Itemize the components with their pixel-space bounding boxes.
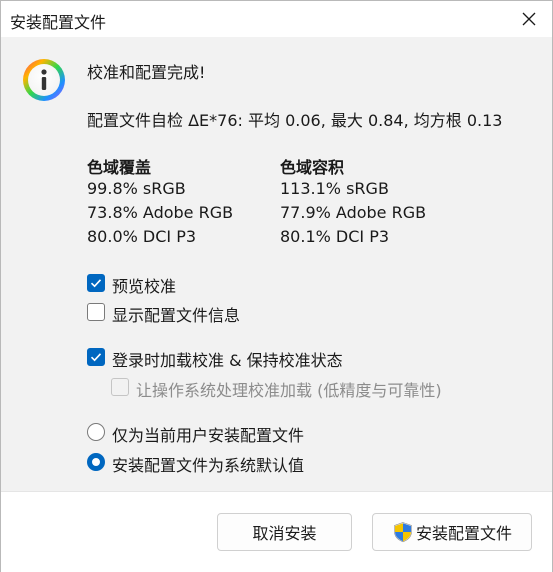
close-button[interactable] <box>506 1 552 37</box>
install-profile-button[interactable]: 安装配置文件 <box>372 513 532 551</box>
gamut-coverage-srgb: 99.8% sRGB <box>87 179 186 198</box>
install-current-user-label[interactable]: 仅为当前用户安装配置文件 <box>112 422 304 446</box>
dialog-content: 校准和配置完成! 配置文件自检 ΔE*76: 平均 0.06, 最大 0.84,… <box>1 37 552 491</box>
install-system-default-label[interactable]: 安装配置文件为系统默认值 <box>112 452 304 476</box>
window-title: 安装配置文件 <box>10 13 107 32</box>
cancel-install-button[interactable]: 取消安装 <box>217 513 352 551</box>
gamut-volume-dci-p3: 80.1% DCI P3 <box>280 227 390 246</box>
checkmark-icon <box>90 279 102 288</box>
show-profile-info-label[interactable]: 显示配置文件信息 <box>112 302 240 326</box>
gamut-coverage-dci-p3: 80.0% DCI P3 <box>87 227 197 246</box>
install-profile-button-label: 安装配置文件 <box>415 524 512 543</box>
close-icon <box>522 12 536 26</box>
profile-selfcheck: 配置文件自检 ΔE*76: 平均 0.06, 最大 0.84, 均方根 0.13 <box>87 111 503 130</box>
title-bar: 安装配置文件 <box>1 1 552 37</box>
checkmark-icon <box>90 353 102 362</box>
gamut-volume-adobe-rgb: 77.9% Adobe RGB <box>280 203 427 222</box>
install-system-default-radio[interactable] <box>87 453 105 471</box>
load-on-login-checkbox[interactable] <box>87 348 105 366</box>
os-calibration-loading-label: 让操作系统处理校准加载 (低精度与可靠性) <box>136 381 442 400</box>
install-profile-dialog: 安装配置文件 校准和配置完成! 配置文件自检 ΔE*76: 平均 0.06, 最… <box>0 0 553 572</box>
os-calibration-loading-checkbox <box>111 378 129 396</box>
load-on-login-label[interactable]: 登录时加载校准 & 保持校准状态 <box>112 347 343 371</box>
gamut-volume-title: 色域容积 <box>280 158 345 177</box>
uac-shield-icon <box>394 522 412 543</box>
dialog-footer: 取消安装 安装配置文件 <box>1 491 552 572</box>
info-icon <box>23 59 65 101</box>
install-current-user-radio[interactable] <box>87 423 105 441</box>
gamut-coverage-title: 色域覆盖 <box>87 158 152 177</box>
show-profile-info-checkbox[interactable] <box>87 303 105 321</box>
gamut-volume-srgb: 113.1% sRGB <box>280 179 389 198</box>
preview-calibration-checkbox[interactable] <box>87 274 105 292</box>
preview-calibration-label[interactable]: 预览校准 <box>112 273 176 297</box>
gamut-coverage-adobe-rgb: 73.8% Adobe RGB <box>87 203 234 222</box>
completion-message: 校准和配置完成! <box>87 63 206 82</box>
